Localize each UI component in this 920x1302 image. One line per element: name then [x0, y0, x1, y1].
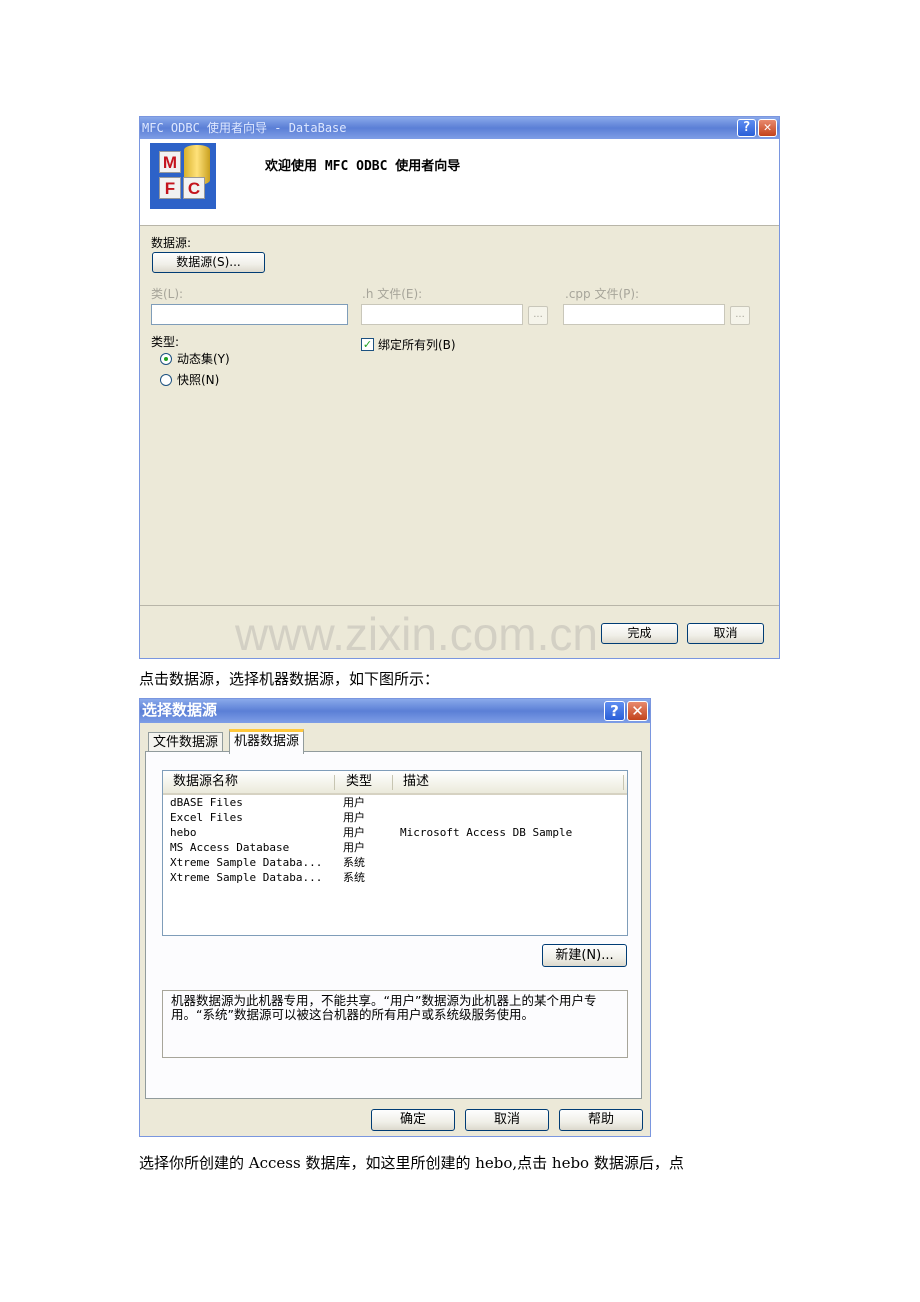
mfc-logo-icon: M F C — [150, 143, 216, 209]
logo-letter-f: F — [159, 177, 181, 199]
column-header-name[interactable]: 数据源名称 — [173, 771, 238, 793]
row-name: Xtreme Sample Databa... — [170, 871, 323, 884]
table-row[interactable]: Xtreme Sample Databa... 系统 — [163, 870, 627, 885]
help-icon[interactable]: ? — [604, 701, 625, 721]
h-file-label: .h 文件(E): — [362, 287, 423, 301]
column-header-type[interactable]: 类型 — [346, 771, 372, 793]
cpp-file-label: .cpp 文件(P): — [565, 287, 640, 301]
cpp-file-browse-button[interactable]: ... — [730, 306, 750, 325]
dsn-titlebar: 选择数据源 ? ✕ — [140, 699, 650, 723]
row-name: Excel Files — [170, 811, 243, 824]
ok-button[interactable]: 确定 — [371, 1109, 455, 1131]
finish-button[interactable]: 完成 — [601, 623, 678, 644]
column-separator[interactable] — [334, 775, 335, 790]
close-icon[interactable]: ✕ — [758, 119, 777, 137]
wizard-header: M F C 欢迎使用 MFC ODBC 使用者向导 — [140, 139, 779, 226]
tab-machine-datasource[interactable]: 机器数据源 — [229, 729, 305, 754]
datasource-list-header: 数据源名称 类型 描述 — [163, 771, 627, 795]
row-type: 用户 — [343, 811, 365, 824]
dynaset-radio-label: 动态集(Y) — [177, 352, 230, 366]
row-name: Xtreme Sample Databa... — [170, 856, 323, 869]
row-type: 用户 — [343, 826, 365, 839]
datasource-button[interactable]: 数据源(S)... — [152, 252, 265, 273]
cpp-file-input[interactable] — [563, 304, 725, 325]
row-type: 系统 — [343, 871, 365, 884]
snapshot-radio-label: 快照(N) — [177, 373, 220, 387]
column-separator[interactable] — [623, 775, 624, 790]
row-type: 用户 — [343, 841, 365, 854]
table-row[interactable]: hebo 用户 Microsoft Access DB Sample — [163, 825, 627, 840]
table-row[interactable]: Excel Files 用户 — [163, 810, 627, 825]
instruction-paragraph-2: 选择你所创建的 Access 数据库，如这里所创建的 hebo,点击 hebo … — [139, 1154, 684, 1172]
logo-letter-m: M — [159, 151, 181, 173]
datasource-list[interactable]: 数据源名称 类型 描述 dBASE Files 用户 Excel Files 用… — [162, 770, 628, 936]
logo-letter-c: C — [183, 177, 205, 199]
odbc-wizard-dialog: MFC ODBC 使用者向导 - DataBase ? ✕ M F C 欢迎使用… — [139, 116, 780, 659]
wizard-footer-divider — [140, 605, 779, 606]
class-input[interactable] — [151, 304, 348, 325]
column-separator[interactable] — [392, 775, 393, 790]
table-row[interactable]: MS Access Database 用户 — [163, 840, 627, 855]
dynaset-radio[interactable] — [160, 353, 172, 365]
type-label: 类型: — [151, 335, 180, 349]
table-row[interactable]: dBASE Files 用户 — [163, 795, 627, 810]
table-row[interactable]: Xtreme Sample Databa... 系统 — [163, 855, 627, 870]
watermark-text: www.zixin.com.cn — [235, 608, 598, 659]
row-type: 用户 — [343, 796, 365, 809]
datasource-label: 数据源: — [151, 236, 192, 250]
wizard-cancel-button[interactable]: 取消 — [687, 623, 764, 644]
machine-datasource-panel: 数据源名称 类型 描述 dBASE Files 用户 Excel Files 用… — [145, 751, 642, 1099]
select-datasource-dialog: 选择数据源 ? ✕ 文件数据源 机器数据源 数据源名称 类型 描述 dBASE … — [139, 698, 651, 1137]
instruction-paragraph-1: 点击数据源，选择机器数据源，如下图所示： — [139, 670, 440, 688]
row-name: MS Access Database — [170, 841, 290, 854]
wizard-titlebar: MFC ODBC 使用者向导 - DataBase ? ✕ — [140, 117, 779, 139]
dsn-help-button[interactable]: 帮助 — [559, 1109, 643, 1131]
datasource-description-box: 机器数据源为此机器专用，不能共享。“用户”数据源为此机器上的某个用户专用。“系统… — [162, 990, 628, 1058]
class-label: 类(L): — [151, 287, 184, 301]
row-name: dBASE Files — [170, 796, 243, 809]
row-name: hebo — [170, 826, 197, 839]
dsn-title: 选择数据源 — [142, 701, 218, 719]
h-file-input[interactable] — [361, 304, 523, 325]
bind-all-columns-label: 绑定所有列(B) — [378, 338, 456, 352]
close-icon[interactable]: ✕ — [627, 701, 648, 721]
new-datasource-button[interactable]: 新建(N)... — [542, 944, 627, 967]
dsn-cancel-button[interactable]: 取消 — [465, 1109, 549, 1131]
bind-all-columns-checkbox[interactable]: ✓ — [361, 338, 374, 351]
row-description: Microsoft Access DB Sample — [400, 826, 573, 839]
snapshot-radio[interactable] — [160, 374, 172, 386]
row-type: 系统 — [343, 856, 365, 869]
h-file-browse-button[interactable]: ... — [528, 306, 548, 325]
wizard-header-text: 欢迎使用 MFC ODBC 使用者向导 — [265, 159, 461, 174]
column-header-description[interactable]: 描述 — [403, 771, 429, 793]
help-icon[interactable]: ? — [737, 119, 756, 137]
wizard-title: MFC ODBC 使用者向导 - DataBase — [142, 121, 347, 135]
